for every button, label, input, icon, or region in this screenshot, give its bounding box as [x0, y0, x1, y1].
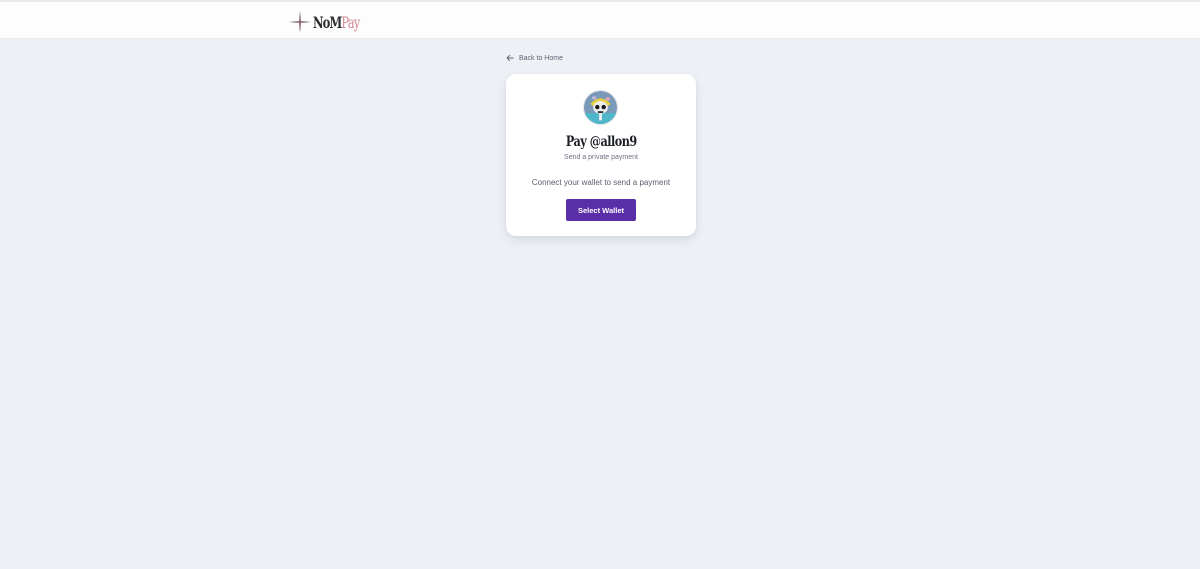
page-title: Pay @allon9	[506, 134, 696, 150]
back-to-home-link[interactable]: Back to Home	[506, 54, 563, 62]
logo-text-accent: Pay	[341, 12, 360, 32]
avatar-image	[584, 91, 617, 124]
page-title-text: Pay @allon9	[565, 134, 637, 150]
payment-card: Pay @allon9 Send a private payment Conne…	[506, 74, 696, 236]
back-to-home-label: Back to Home	[519, 54, 563, 62]
logo-wordmark: NoMPay	[313, 12, 360, 32]
arrow-left-icon	[506, 54, 514, 62]
avatar	[583, 90, 618, 125]
logo-text-primary: NoM	[313, 12, 342, 32]
nompay-logo[interactable]: NoMPay	[289, 10, 377, 34]
select-wallet-button[interactable]: Select Wallet	[566, 199, 636, 221]
card-subtitle: Send a private payment	[564, 154, 638, 161]
top-navigation-bar: NoMPay	[0, 0, 1200, 39]
connect-wallet-message: Connect your wallet to send a payment	[531, 178, 671, 187]
sparkle-star-icon	[289, 11, 311, 33]
